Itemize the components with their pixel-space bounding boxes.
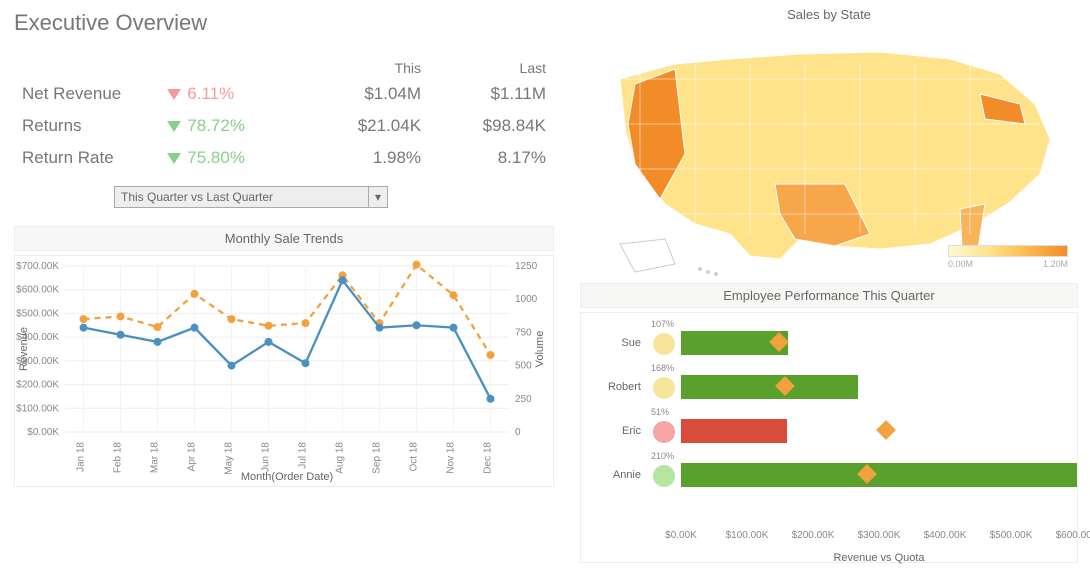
kpi-row-return-rate: Return Rate 75.80% 1.98% 8.17% [14,142,554,174]
svg-text:Mar 18: Mar 18 [150,442,161,474]
svg-text:1250: 1250 [515,261,538,272]
emp-row: Annie 210% [581,449,1077,493]
svg-text:250: 250 [515,394,532,405]
svg-text:Revenue: Revenue [18,327,30,371]
emp-pct-label: 168% [651,363,674,373]
emp-name: Annie [581,469,641,481]
svg-text:1000: 1000 [515,294,538,305]
arrow-down-icon [167,89,181,100]
emp-revenue-bar [681,463,1077,487]
emp-x-axis-title: Revenue vs Quota [681,552,1077,564]
kpi-name: Return Rate [14,142,159,174]
map-title: Sales by State [580,5,1078,24]
period-selector[interactable]: This Quarter vs Last Quarter ▾ [114,186,388,208]
svg-text:$500.00K: $500.00K [16,308,59,319]
svg-text:Month(Order Date): Month(Order Date) [241,471,333,483]
svg-text:May 18: May 18 [224,442,235,475]
emp-name: Sue [581,337,641,349]
svg-text:0: 0 [515,427,521,438]
emp-title: Employee Performance This Quarter [580,283,1078,308]
kpi-this: 1.98% [304,142,429,174]
svg-text:Feb 18: Feb 18 [113,442,124,474]
svg-text:$700.00K: $700.00K [16,261,59,272]
kpi-pct: 78.72% [159,110,304,142]
emp-pct-label: 51% [651,407,669,417]
kpi-this: $1.04M [304,78,429,110]
monthly-trends-chart[interactable]: $0.00K$100.00K$200.00K$300.00K$400.00K$5… [14,255,554,487]
employee-chart[interactable]: Sue107%Robert168%Eric51%Annie210%$0.00K$… [580,312,1078,563]
svg-text:Oct 18: Oct 18 [409,442,420,472]
emp-status-dot [653,333,675,355]
svg-text:Sep 18: Sep 18 [372,442,383,474]
svg-text:Jul 18: Jul 18 [298,442,309,469]
svg-text:$200.00K: $200.00K [16,380,59,391]
emp-row: Eric 51% [581,405,1077,449]
emp-status-dot [653,377,675,399]
kpi-last: $98.84K [429,110,554,142]
svg-text:750: 750 [515,327,532,338]
svg-text:Apr 18: Apr 18 [187,442,198,472]
emp-status-dot [653,465,675,487]
period-selector-label: This Quarter vs Last Quarter [121,190,273,204]
arrow-down-icon [167,153,181,164]
emp-row: Robert 168% [581,361,1077,405]
emp-name: Eric [581,425,641,437]
kpi-name: Returns [14,110,159,142]
kpi-table: This Last Net Revenue 6.11% $1.04M $1.11… [14,54,554,174]
trends-title: Monthly Sale Trends [14,226,554,251]
svg-text:Nov 18: Nov 18 [446,442,457,474]
svg-text:Volume: Volume [534,331,546,368]
svg-text:$100.00K: $100.00K [16,403,59,414]
chevron-down-icon: ▾ [368,187,387,207]
emp-name: Robert [581,381,641,393]
svg-text:500: 500 [515,361,532,372]
emp-pct-label: 210% [651,451,674,461]
svg-text:Jun 18: Jun 18 [261,442,272,472]
kpi-row-returns: Returns 78.72% $21.04K $98.84K [14,110,554,142]
kpi-header-this: This [304,54,429,78]
kpi-this: $21.04K [304,110,429,142]
map-legend: 0.00M1.20M [948,245,1068,269]
kpi-last: 8.17% [429,142,554,174]
kpi-name: Net Revenue [14,78,159,110]
svg-text:$600.00K: $600.00K [16,285,59,296]
kpi-pct: 6.11% [159,78,304,110]
emp-pct-label: 107% [651,319,674,329]
kpi-last: $1.11M [429,78,554,110]
kpi-pct: 75.80% [159,142,304,174]
emp-revenue-bar [681,375,858,399]
kpi-header-last: Last [429,54,554,78]
emp-revenue-bar [681,419,787,443]
svg-text:Aug 18: Aug 18 [335,442,346,474]
kpi-row-net-revenue: Net Revenue 6.11% $1.04M $1.11M [14,78,554,110]
svg-text:Jan 18: Jan 18 [76,442,87,472]
svg-text:$0.00K: $0.00K [27,427,59,438]
arrow-down-icon [167,121,181,132]
sales-map[interactable]: 0.00M1.20M [580,24,1078,279]
emp-status-dot [653,421,675,443]
page-title: Executive Overview [14,10,554,36]
emp-row: Sue 107% [581,317,1077,361]
svg-text:Dec 18: Dec 18 [483,442,494,474]
